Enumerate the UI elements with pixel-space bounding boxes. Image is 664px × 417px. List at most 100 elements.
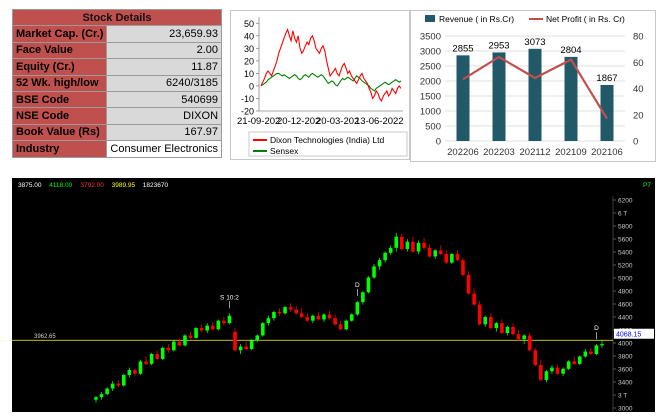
candle-body [299,313,304,317]
y-tick-label: 0 [249,81,254,91]
left-y-tick-label: 3000 [420,47,441,58]
stock-detail-value: 540699 [106,90,223,109]
x-category-label: 202106 [591,147,623,158]
candle-body [316,315,321,320]
candle-body [305,316,310,321]
price-candlestick-chart[interactable]: 3875.00 4118.00 3792.00 3989.95 1823670 P7 620… [12,178,655,413]
legend-label: Sensex [270,146,299,156]
x-category-label: 202109 [555,147,587,158]
relative-performance-chart: -20 -10 0 10 20 30 40 50 21-09-202 20-12-202 20-03… [230,10,410,160]
event-marker-label: S 10:2 [220,294,239,301]
candle-body [349,314,354,321]
candle-body [272,312,276,319]
candle-body [361,292,365,303]
candlestick-svg[interactable]: 3875.00 4118.00 3792.00 3989.95 1823670 P7 620… [12,178,655,413]
candle-body [500,323,504,334]
price-tick-label: 4800 [618,289,633,296]
price-tick-label: 5800 [618,224,633,231]
right-y-tick-label: 60 [633,58,644,69]
candle-body [127,370,132,375]
candle-body [322,314,326,320]
candle-body [494,323,499,329]
candle-body [372,266,376,278]
stock-detail-value: DIXON [106,107,223,125]
x-tick-label: 13-06-2022 [355,116,404,127]
left-y-tick-label: 1000 [420,107,441,118]
candle-body [188,335,193,338]
x-tick-label: 20-03-202 [316,116,359,127]
candle-body [472,293,476,305]
stock-details-body: Stock Details Market Cap. (Cr.) 23,659.93… [11,8,223,158]
legend-label-profit: Net Profit ( in Rs. Cr) [546,14,625,24]
stock-detail-value: 11.87 [106,58,223,76]
y-tick-label: 50 [244,19,254,29]
candle-body [566,361,571,369]
stock-detail-label: NSE Code [11,107,108,125]
header-value: 1823670 [143,182,169,189]
revenue-profit-chart: 0 500 1000 1500 2000 2500 3000 3500 0 20 40 60 80 285… [410,10,656,162]
candle-body [194,328,198,338]
candle-body [516,334,521,340]
stock-details-header-row: Stock Details [11,8,223,27]
candle-body [172,341,176,351]
candle-body [255,335,260,341]
stock-detail-label: Market Cap. (Cr.) [11,25,108,43]
candle-body [344,320,349,330]
current-price-label: 4068.15 [616,332,641,339]
candle-body [555,367,560,374]
candle-body [427,247,432,257]
candle-body [183,335,187,346]
revenue-bar [492,52,506,141]
left-y-tick-label: 2000 [420,77,441,88]
candle-body [333,318,337,325]
candle-body [544,371,549,380]
price-tick-label: 4400 [618,315,633,322]
candle-body [160,347,165,359]
candle-body [450,254,454,263]
price-tick-label: 5400 [618,250,633,257]
candle-body [238,346,243,351]
right-y-tick-label: 40 [633,84,644,95]
candle-body [338,324,343,330]
stock-details-table: Stock Details Market Cap. (Cr.) 23,659.93… [11,8,223,158]
y-tick-label: -10 [241,94,254,104]
price-tick-label: 4600 [618,302,633,309]
bar-value-label: 3073 [524,37,545,48]
candle-body [366,277,371,293]
candle-body [455,254,460,261]
candle-body [511,326,515,335]
candle-body [589,351,593,354]
candle-body [266,318,271,324]
candle-body [133,370,137,374]
x-category-label: 202112 [520,147,551,158]
price-tick-label: 5600 [618,237,633,244]
candle-body [405,241,410,250]
candle-body [600,344,604,346]
stock-detail-label: Book Value (Rs) [11,123,108,142]
period-label: P7 [643,182,651,189]
x-category-label: 202206 [447,147,479,158]
right-y-tick-label: 0 [633,137,638,148]
candle-body [144,361,148,364]
x-tick-label: 21-09-202 [237,116,280,127]
header-value: 3989.95 [112,182,136,189]
stock-detail-row: BSE Code 540699 [11,90,223,109]
price-tick-label: 5000 [618,276,633,283]
revenue-bar [528,48,542,142]
left-y-tick-label: 2500 [420,62,441,73]
candle-body [210,325,215,330]
price-tick-label: 3 T [618,393,627,400]
candle-body [505,326,510,334]
candle-body [122,374,126,386]
stock-detail-value: 6240/3185 [106,74,223,92]
candle-body [233,331,237,351]
candle-body [388,247,393,253]
revenue-bar [564,56,578,141]
legend-label-revenue: Revenue ( in Rs.Cr) [439,14,514,24]
candle-body [400,236,404,250]
stock-detail-value: 167.97 [106,123,223,142]
candle-body [116,383,121,386]
left-y-tick-label: 1500 [420,92,441,103]
stock-detail-label: Equity (Cr.) [11,58,108,76]
candle-body [149,353,154,364]
